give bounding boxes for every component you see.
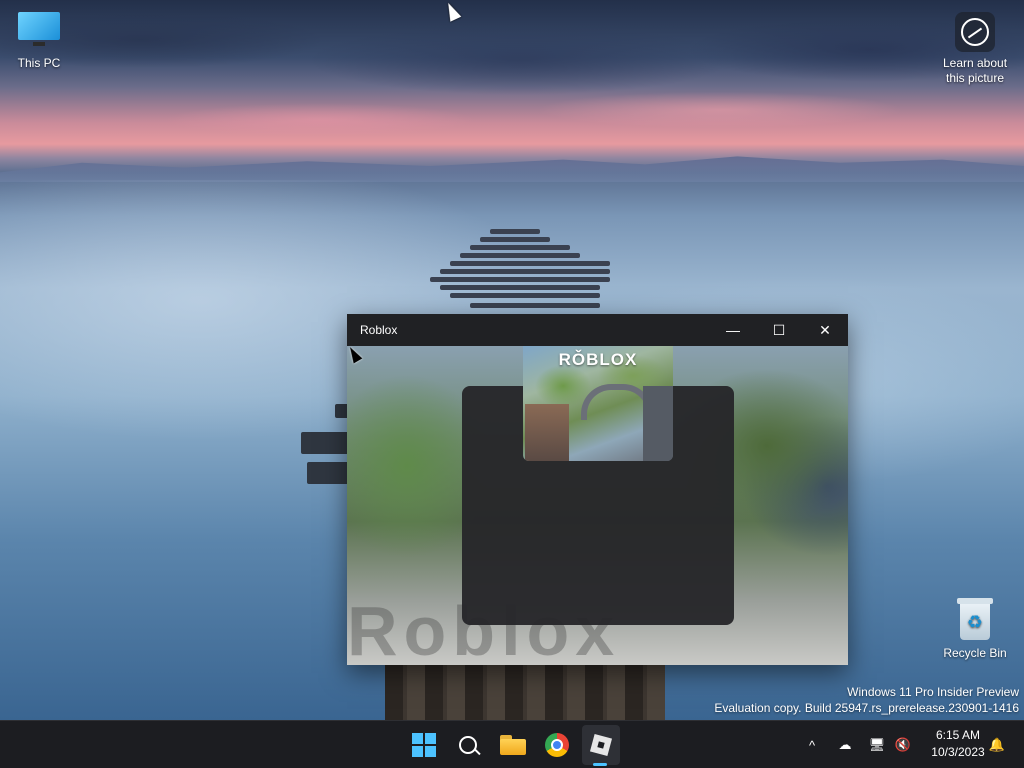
- search-button[interactable]: [452, 729, 484, 761]
- roblox-logo: RǑBLOX: [558, 350, 638, 369]
- recycle-bin-icon: ♻: [957, 598, 993, 640]
- wallpaper-pier-top: [430, 225, 610, 315]
- active-indicator: [593, 763, 607, 766]
- roblox-window[interactable]: Roblox — ☐ ✕ Roblox RǑBLOX: [347, 314, 848, 665]
- notifications-bell-icon[interactable]: 🔔: [986, 721, 1008, 768]
- monitor-icon: [18, 12, 60, 46]
- show-hidden-icons-button[interactable]: ^: [802, 721, 822, 768]
- wallpaper-clouds: [0, 0, 1024, 170]
- search-icon: [459, 736, 477, 754]
- desktop-icon-label: This PC: [17, 56, 61, 70]
- onedrive-icon[interactable]: ☁: [834, 721, 856, 768]
- windows-logo-icon: [412, 733, 436, 757]
- desktop-icon-learn-about-picture[interactable]: Learn about this picture: [940, 12, 1010, 86]
- window-titlebar[interactable]: Roblox — ☐ ✕: [347, 314, 848, 346]
- desktop-icon-this-pc[interactable]: This PC: [14, 12, 64, 70]
- close-button[interactable]: ✕: [802, 314, 848, 346]
- desktop-icon-recycle-bin[interactable]: ♻ Recycle Bin: [940, 598, 1010, 660]
- roblox-splash-thumbnail: RǑBLOX: [523, 346, 673, 461]
- file-explorer-button[interactable]: [497, 729, 529, 761]
- roblox-icon: [589, 733, 613, 757]
- taskbar: ^ ☁ 🖥 🔇 6:15 AM 10/3/2023 🔔: [0, 720, 1024, 768]
- network-icon[interactable]: 🖥: [866, 721, 888, 768]
- camera-info-icon: [955, 12, 995, 52]
- roblox-splash-background: Roblox RǑBLOX: [347, 346, 848, 665]
- minimize-button[interactable]: —: [710, 314, 756, 346]
- volume-muted-icon[interactable]: 🔇: [892, 721, 914, 768]
- folder-icon: [500, 735, 526, 755]
- windows-watermark: Windows 11 Pro Insider Preview Evaluatio…: [714, 684, 1019, 716]
- chrome-button[interactable]: [541, 729, 573, 761]
- window-title: Roblox: [360, 323, 398, 337]
- desktop-icon-label: Learn about this picture: [942, 56, 1008, 85]
- desktop-icon-label: Recycle Bin: [943, 646, 1007, 660]
- watermark-line-1: Windows 11 Pro Insider Preview: [847, 685, 1019, 699]
- watermark-line-2: Evaluation copy. Build 25947.rs_prerelea…: [714, 701, 1019, 715]
- maximize-button[interactable]: ☐: [756, 314, 802, 346]
- roblox-taskbar-button[interactable]: [585, 729, 617, 761]
- chrome-icon: [545, 733, 569, 757]
- start-button[interactable]: [408, 729, 440, 761]
- wallpaper-pier-bottom: [385, 664, 665, 720]
